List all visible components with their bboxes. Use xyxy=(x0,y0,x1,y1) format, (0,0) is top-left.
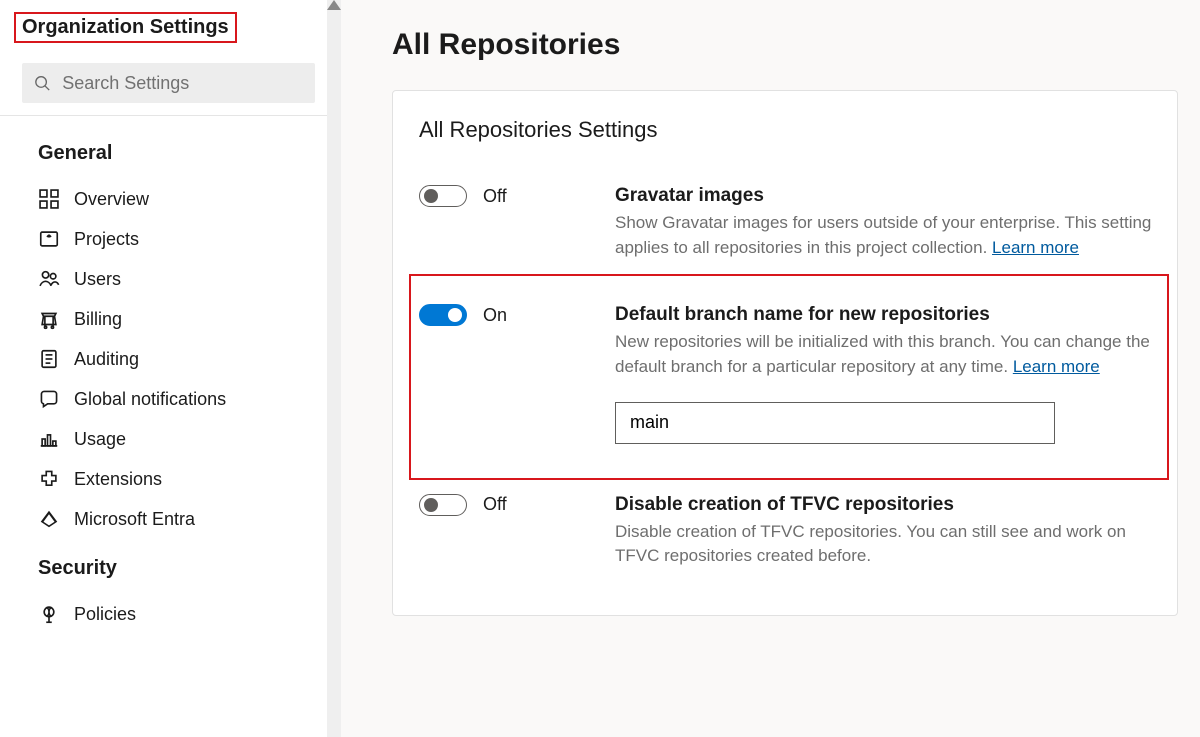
gravatar-learn-more-link[interactable]: Learn more xyxy=(992,238,1079,257)
sidebar-item-extensions[interactable]: Extensions xyxy=(0,459,335,499)
nav-label: Usage xyxy=(74,429,126,450)
search-input[interactable] xyxy=(60,72,303,95)
main: All Repositories All Repositories Settin… xyxy=(336,0,1200,737)
settings-card: All Repositories Settings Off Gravatar i… xyxy=(392,90,1178,616)
extensions-icon xyxy=(38,468,60,490)
nav-label: Users xyxy=(74,269,121,290)
gravatar-desc: Show Gravatar images for users outside o… xyxy=(615,211,1155,260)
nav-label: Billing xyxy=(74,309,122,330)
nav-label: Projects xyxy=(74,229,139,250)
sidebar-title-wrap: Organization Settings xyxy=(0,8,335,57)
sidebar-item-auditing[interactable]: Auditing xyxy=(0,339,335,379)
default-branch-toggle[interactable] xyxy=(419,304,467,326)
page-title: All Repositories xyxy=(392,28,1178,62)
default-branch-input[interactable] xyxy=(615,402,1055,444)
nav-label: Microsoft Entra xyxy=(74,509,195,530)
projects-icon xyxy=(38,228,60,250)
sidebar-item-users[interactable]: Users xyxy=(0,259,335,299)
nav-list-security: Policies xyxy=(0,584,335,634)
section-header-general: General xyxy=(0,124,335,169)
overview-icon xyxy=(38,188,60,210)
nav-label: Overview xyxy=(74,189,149,210)
tfvc-toggle[interactable] xyxy=(419,494,467,516)
sidebar: Organization Settings General Overview P… xyxy=(0,0,336,737)
search-icon xyxy=(34,74,50,92)
setting-tfvc: Off Disable creation of TFVC repositorie… xyxy=(419,480,1155,583)
sidebar-item-billing[interactable]: Billing xyxy=(0,299,335,339)
usage-icon xyxy=(38,428,60,450)
tfvc-title: Disable creation of TFVC repositories xyxy=(615,494,1155,516)
setting-default-branch: On Default branch name for new repositor… xyxy=(419,290,1159,457)
billing-icon xyxy=(38,308,60,330)
nav-label: Auditing xyxy=(74,349,139,370)
auditing-icon xyxy=(38,348,60,370)
default-branch-learn-more-link[interactable]: Learn more xyxy=(1013,357,1100,376)
nav-label: Policies xyxy=(74,604,136,625)
sidebar-item-policies[interactable]: Policies xyxy=(0,594,335,634)
scrollbar[interactable] xyxy=(327,0,341,737)
tfvc-desc: Disable creation of TFVC repositories. Y… xyxy=(615,520,1155,569)
tfvc-toggle-state: Off xyxy=(483,494,507,515)
default-branch-desc: New repositories will be initialized wit… xyxy=(615,330,1159,379)
policies-icon xyxy=(38,603,60,625)
notify-icon xyxy=(38,388,60,410)
default-branch-toggle-state: On xyxy=(483,305,507,326)
sidebar-title: Organization Settings xyxy=(14,12,237,43)
gravatar-title: Gravatar images xyxy=(615,185,1155,207)
users-icon xyxy=(38,268,60,290)
nav-label: Extensions xyxy=(74,469,162,490)
card-title: All Repositories Settings xyxy=(419,117,1155,143)
setting-gravatar: Off Gravatar images Show Gravatar images… xyxy=(419,171,1155,274)
nav-list-general: Overview Projects Users Billing Auditing… xyxy=(0,169,335,539)
gravatar-toggle[interactable] xyxy=(419,185,467,207)
default-branch-title: Default branch name for new repositories xyxy=(615,304,1159,326)
sidebar-item-projects[interactable]: Projects xyxy=(0,219,335,259)
sidebar-item-usage[interactable]: Usage xyxy=(0,419,335,459)
divider xyxy=(0,115,335,116)
section-header-security: Security xyxy=(0,539,335,584)
default-branch-highlight: On Default branch name for new repositor… xyxy=(409,274,1169,479)
entra-icon xyxy=(38,508,60,530)
sidebar-item-microsoft-entra[interactable]: Microsoft Entra xyxy=(0,499,335,539)
sidebar-item-global-notifications[interactable]: Global notifications xyxy=(0,379,335,419)
nav-label: Global notifications xyxy=(74,389,226,410)
sidebar-item-overview[interactable]: Overview xyxy=(0,179,335,219)
gravatar-toggle-state: Off xyxy=(483,186,507,207)
search-settings[interactable] xyxy=(22,63,315,103)
